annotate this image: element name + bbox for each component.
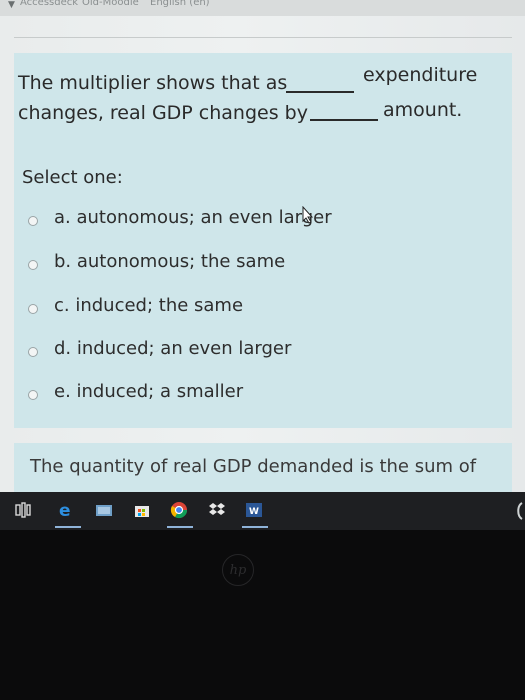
edge-icon[interactable]: e <box>57 501 75 519</box>
tab-old-moodle[interactable]: Old-Moodle <box>82 0 139 8</box>
edge-active-indicator <box>55 526 81 528</box>
question-text-line2-end: amount. <box>383 99 463 121</box>
svg-text:e: e <box>59 501 71 519</box>
svg-text:W: W <box>249 507 259 517</box>
blank-1 <box>286 91 354 93</box>
tab-accessdeck[interactable]: Accessdeck <box>20 0 78 8</box>
radio-button[interactable] <box>28 216 38 226</box>
option-label[interactable]: e. induced; a smaller <box>54 381 243 402</box>
radio-button[interactable] <box>28 390 38 400</box>
chrome-active-indicator <box>167 526 193 528</box>
hp-logo: hp <box>222 554 254 586</box>
question-card: The multiplier shows that as expenditure… <box>14 53 512 428</box>
word-icon[interactable]: W <box>245 501 263 519</box>
select-one-label: Select one: <box>22 167 123 188</box>
divider <box>14 37 512 38</box>
option-label[interactable]: b. autonomous; the same <box>54 251 285 272</box>
radio-button[interactable] <box>28 347 38 357</box>
radio-button[interactable] <box>28 304 38 314</box>
tray-edge-icon[interactable] <box>512 500 525 522</box>
browser-tab-strip: ▼ Accessdeck Old-Moodle English (en) <box>0 0 525 16</box>
question-text-line1-end: expenditure <box>363 64 478 86</box>
tab-language[interactable]: English (en) <box>150 0 210 8</box>
text-cursor-icon <box>302 206 314 224</box>
option-label[interactable]: a. autonomous; an even larger <box>54 207 332 228</box>
question-text-line1-start: The multiplier shows that as <box>18 72 288 94</box>
option-label[interactable]: d. induced; an even larger <box>54 338 291 359</box>
blank-2 <box>310 119 378 121</box>
task-view-icon[interactable] <box>14 501 32 519</box>
chrome-icon[interactable] <box>170 501 188 519</box>
dropdown-caret-icon[interactable]: ▼ <box>8 0 15 10</box>
question-text-line2-start: changes, real GDP changes by <box>18 102 308 124</box>
hp-logo-text: hp <box>229 562 247 578</box>
windows-taskbar: e W <box>0 492 525 530</box>
radio-button[interactable] <box>28 260 38 270</box>
word-active-indicator <box>242 526 268 528</box>
page-background: The multiplier shows that as expenditure… <box>0 16 525 508</box>
store-icon[interactable] <box>133 501 151 519</box>
photos-icon[interactable] <box>95 501 113 519</box>
next-question-text: The quantity of real GDP demanded is the… <box>30 456 477 477</box>
laptop-bezel: hp <box>0 530 525 700</box>
dropbox-icon[interactable] <box>208 501 226 519</box>
option-label[interactable]: c. induced; the same <box>54 295 243 316</box>
